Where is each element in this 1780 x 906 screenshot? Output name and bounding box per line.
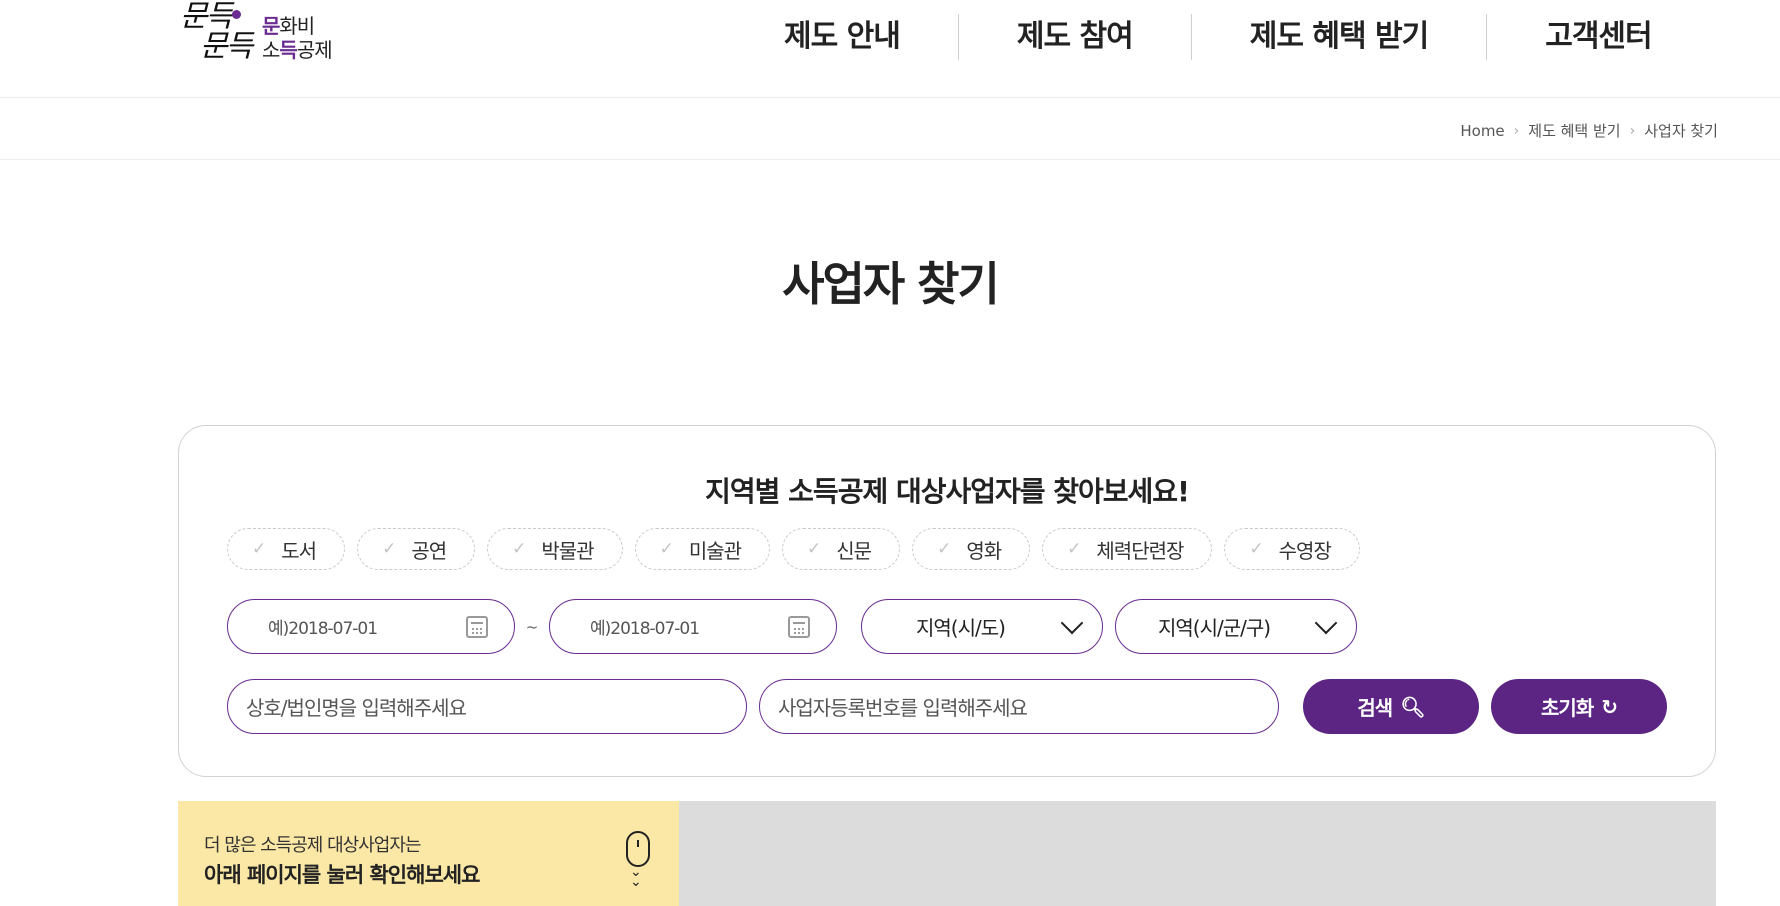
- category-chip-books[interactable]: ✓ 도서: [227, 528, 346, 570]
- double-chevron-down-icon: ⌄ ⌄: [630, 864, 642, 890]
- keyword-row: 상호/법인명을 입력해주세요 사업자등록번호를 입력해주세요 검색 🔍︎ 초기화…: [227, 679, 1667, 734]
- search-heading: 지역별 소득공제 대상사업자를 찾아보세요!: [705, 475, 1190, 508]
- category-chip-movie[interactable]: ✓ 영화: [912, 528, 1031, 570]
- main-nav: 제도 안내 제도 참여 제도 혜택 받기 고객센터: [724, 14, 1710, 60]
- search-panel: 지역별 소득공제 대상사업자를 찾아보세요! ✓ 도서 ✓ 공연 ✓ 박물관 ✓ 미술관…: [178, 425, 1716, 777]
- logo[interactable]: 문득 문득 문화비 소득공제: [178, 0, 353, 70]
- category-chip-gym[interactable]: ✓ 체력단련장: [1042, 528, 1213, 570]
- mouse-scroll-icon: [626, 831, 650, 867]
- search-button[interactable]: 검색 🔍︎: [1303, 679, 1479, 734]
- company-name-input[interactable]: 상호/법인명을 입력해주세요: [227, 679, 747, 734]
- check-icon: ✓: [382, 539, 396, 559]
- breadcrumb-home[interactable]: Home: [1460, 122, 1504, 140]
- check-icon: ✓: [1067, 539, 1081, 559]
- category-chip-newspaper[interactable]: ✓ 신문: [782, 528, 901, 570]
- logo-text: 문화비 소득공제: [262, 14, 333, 62]
- calendar-icon[interactable]: [788, 615, 810, 638]
- header: 문득 문득 문화비 소득공제 제도 안내 제도 참여 제도 혜택 받기 고객센터: [0, 0, 1780, 98]
- breadcrumb-current: 사업자 찾기: [1644, 122, 1718, 140]
- chevron-right-icon: ›: [1629, 122, 1636, 139]
- logo-dot: [232, 10, 241, 19]
- check-icon: ✓: [937, 539, 951, 559]
- date-to-field[interactable]: 예)2018-07-01: [549, 599, 837, 654]
- date-region-row: 예)2018-07-01 ~ 예)2018-07-01 지역(시/도) 지역(시…: [227, 599, 1357, 654]
- calendar-icon[interactable]: [466, 615, 488, 638]
- breadcrumb-bar: Home › 제도 혜택 받기 › 사업자 찾기: [0, 98, 1780, 160]
- category-filter: ✓ 도서 ✓ 공연 ✓ 박물관 ✓ 미술관 ✓ 신문 ✓ 영화 ✓ 체력단련장 ✓ 수영장: [227, 528, 1372, 570]
- category-chip-performance[interactable]: ✓ 공연: [357, 528, 476, 570]
- category-chip-art-gallery[interactable]: ✓ 미술관: [634, 528, 771, 570]
- check-icon: ✓: [512, 539, 526, 559]
- breadcrumb: Home › 제도 혜택 받기 › 사업자 찾기: [1460, 120, 1718, 141]
- refresh-icon: ↻: [1601, 694, 1618, 719]
- reset-button[interactable]: 초기화 ↻: [1491, 679, 1667, 734]
- chevron-down-icon: [1060, 611, 1084, 634]
- region-province-select[interactable]: 지역(시/도): [861, 599, 1103, 654]
- more-results-notice[interactable]: 더 많은 소득공제 대상사업자는 아래 페이지를 눌러 확인해보세요 ⌄ ⌄: [178, 801, 679, 906]
- notice-text: 아래 페이지를 눌러 확인해보세요: [204, 863, 480, 887]
- check-icon: ✓: [659, 539, 674, 559]
- results-map-area: [679, 801, 1716, 906]
- nav-item-guide[interactable]: 제도 안내: [724, 14, 958, 60]
- category-chip-museum[interactable]: ✓ 박물관: [487, 528, 623, 570]
- check-icon: ✓: [807, 539, 821, 559]
- business-number-input[interactable]: 사업자등록번호를 입력해주세요: [759, 679, 1279, 734]
- region-district-select[interactable]: 지역(시/군/구): [1115, 599, 1357, 654]
- check-icon: ✓: [1249, 539, 1263, 559]
- date-separator: ~: [525, 617, 539, 636]
- check-icon: ✓: [252, 539, 266, 559]
- breadcrumb-benefits[interactable]: 제도 혜택 받기: [1528, 120, 1620, 141]
- notice-subtext: 더 많은 소득공제 대상사업자는: [204, 835, 421, 856]
- chevron-right-icon: ›: [1513, 122, 1520, 139]
- nav-item-benefits[interactable]: 제도 혜택 받기: [1192, 14, 1487, 60]
- chevron-down-icon: [1314, 611, 1338, 634]
- nav-item-participate[interactable]: 제도 참여: [959, 14, 1191, 60]
- search-icon: 🔍︎: [1400, 694, 1425, 719]
- nav-item-support[interactable]: 고객센터: [1487, 14, 1709, 60]
- page-title: 사업자 찾기: [782, 257, 1000, 311]
- date-from-field[interactable]: 예)2018-07-01: [227, 599, 515, 654]
- category-chip-swimming-pool[interactable]: ✓ 수영장: [1224, 528, 1360, 570]
